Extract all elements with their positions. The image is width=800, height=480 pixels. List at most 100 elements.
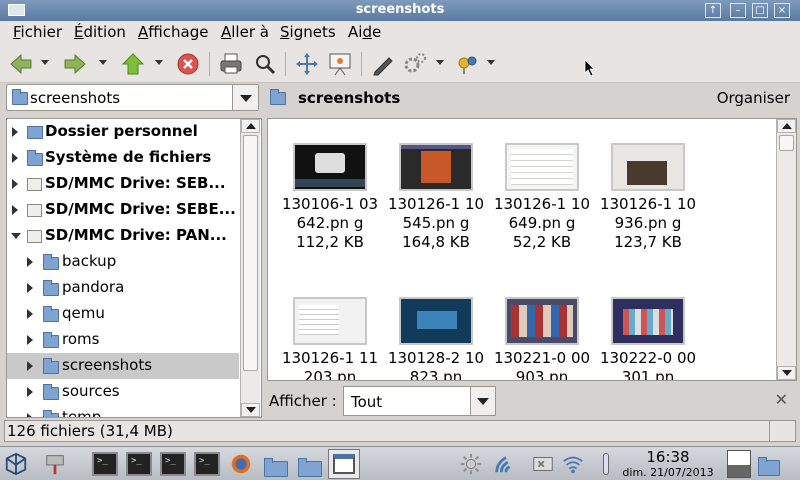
clock[interactable]: 16:38 dim. 21/07/2013 [620,450,716,480]
expand-arrow-icon[interactable] [12,179,18,189]
network-icon[interactable] [530,452,556,476]
location-combo[interactable]: screenshots [6,84,259,111]
battery-icon[interactable] [603,453,609,475]
filter-dropdown-button[interactable] [470,387,495,415]
close-button[interactable]: × [774,3,790,18]
file-item[interactable]: 130128-2 10823.pn [384,297,488,380]
file-item[interactable]: 130126-1 10936.pn g 123,7 KB [596,143,700,252]
tree-item-pandora[interactable]: pandora [7,275,239,301]
expand-arrow-icon[interactable] [27,335,33,345]
tree-item-drive-sebe[interactable]: SD/MMC Drive: SEBE... [7,197,239,223]
menu-fichier[interactable]: Fichier [13,23,62,41]
menu-aller[interactable]: Aller à [221,23,269,41]
drive-icon [27,230,42,243]
expand-arrow-icon[interactable] [12,153,18,163]
tree-item-drive-seb[interactable]: SD/MMC Drive: SEB... [7,171,239,197]
tree-item-roms[interactable]: roms [7,327,239,353]
tree-item-home[interactable]: Dossier personnel [7,119,239,145]
wifi-icon[interactable] [560,452,586,476]
expand-arrow-icon[interactable] [27,413,33,417]
settings-icon[interactable] [402,51,428,77]
presentation-icon[interactable] [327,51,353,77]
minimize-button[interactable]: – [730,3,746,18]
search-icon[interactable] [252,51,278,77]
active-window-button[interactable] [328,449,360,479]
back-history-dropdown[interactable] [41,60,49,65]
settings-dropdown[interactable] [436,60,444,65]
scroll-thumb[interactable] [779,135,794,151]
forward-history-dropdown[interactable] [99,60,107,65]
stop-icon[interactable] [175,51,201,77]
file-item[interactable]: 130126-1 10649.pn g 52,2 KB [490,143,594,252]
menu-edition[interactable]: Édition [74,23,126,41]
filter-select[interactable]: Tout [343,386,496,416]
location-value: screenshots [30,89,121,107]
close-filter-icon[interactable]: ✕ [775,390,788,409]
scroll-up-button[interactable] [777,119,796,133]
file-name: 130222-0 00301.pn [599,349,697,381]
tools-icon[interactable] [42,452,68,476]
folder-icon[interactable] [298,458,322,477]
folder-icon[interactable] [264,458,288,477]
edit-icon[interactable] [370,51,396,77]
firefox-icon[interactable] [228,452,254,476]
terminal-icon[interactable] [194,452,220,476]
expand-arrow-icon[interactable] [27,283,33,293]
shade-button[interactable]: ↑ [705,3,721,18]
resize-grip[interactable] [769,421,795,441]
file-item[interactable]: 130126-1 10545.pn g 164,8 KB [384,143,488,252]
organize-button[interactable]: Organiser [717,89,790,107]
tag-icon[interactable] [455,51,481,77]
scroll-down-button[interactable] [241,403,260,417]
expand-arrow-icon[interactable] [27,387,33,397]
menu-aide[interactable]: Aide [348,23,381,41]
image-thumbnail [399,143,473,191]
tree-item-sources[interactable]: sources [7,379,239,405]
print-icon[interactable] [218,51,244,77]
terminal-icon[interactable] [160,452,186,476]
folder-icon [12,89,28,105]
file-item[interactable]: 130222-0 00301.pn [596,297,700,381]
brightness-icon[interactable] [458,452,484,476]
menu-signets[interactable]: Signets [280,23,336,41]
folder-icon [43,254,59,270]
up-icon[interactable] [120,51,146,77]
show-desktop-icon[interactable] [758,457,780,476]
fit-icon[interactable] [294,51,320,77]
back-icon[interactable] [8,51,34,77]
scroll-down-button[interactable] [777,366,796,380]
file-size: 164,8 KB [402,233,470,251]
tree-item-temp[interactable]: temp [7,405,239,417]
expand-arrow-icon[interactable] [12,205,18,215]
location-dropdown-button[interactable] [232,85,258,110]
terminal-icon[interactable] [126,452,152,476]
start-menu-icon[interactable] [3,452,29,476]
file-item[interactable]: 130106-1 03642.pn g 112,2 KB [278,143,382,252]
file-name: 130126-1 10649.pn g [493,195,591,232]
maximize-button[interactable]: □ [752,3,768,18]
tree-item-screenshots[interactable]: screenshots [7,353,239,379]
tree-scrollbar[interactable] [240,119,260,417]
expand-arrow-icon[interactable] [27,257,33,267]
tag-dropdown[interactable] [487,60,495,65]
terminal-icon[interactable] [92,452,118,476]
up-dropdown[interactable] [155,60,163,65]
scroll-up-button[interactable] [241,119,260,133]
forward-icon[interactable] [62,51,88,77]
expand-arrow-icon[interactable] [12,127,18,137]
expand-arrow-icon[interactable] [27,309,33,319]
signal-icon[interactable] [492,452,518,476]
tree-item-qemu[interactable]: qemu [7,301,239,327]
files-scrollbar[interactable] [776,119,796,380]
expand-arrow-icon[interactable] [27,361,33,371]
file-name: 130126-1 10545.pn g [387,195,485,232]
file-item[interactable]: 130221-0 00903.pn [490,297,594,380]
tree-item-backup[interactable]: backup [7,249,239,275]
collapse-arrow-icon[interactable] [11,233,21,239]
file-item[interactable]: 130126-1 11203.pn [278,297,382,380]
tree-item-drive-pan[interactable]: SD/MMC Drive: PAN... [7,223,239,249]
workspace-pager[interactable] [727,450,751,478]
scroll-thumb[interactable] [243,135,258,371]
menu-affichage[interactable]: Affichage [138,23,208,41]
tree-item-filesystem[interactable]: Système de fichiers [7,145,239,171]
